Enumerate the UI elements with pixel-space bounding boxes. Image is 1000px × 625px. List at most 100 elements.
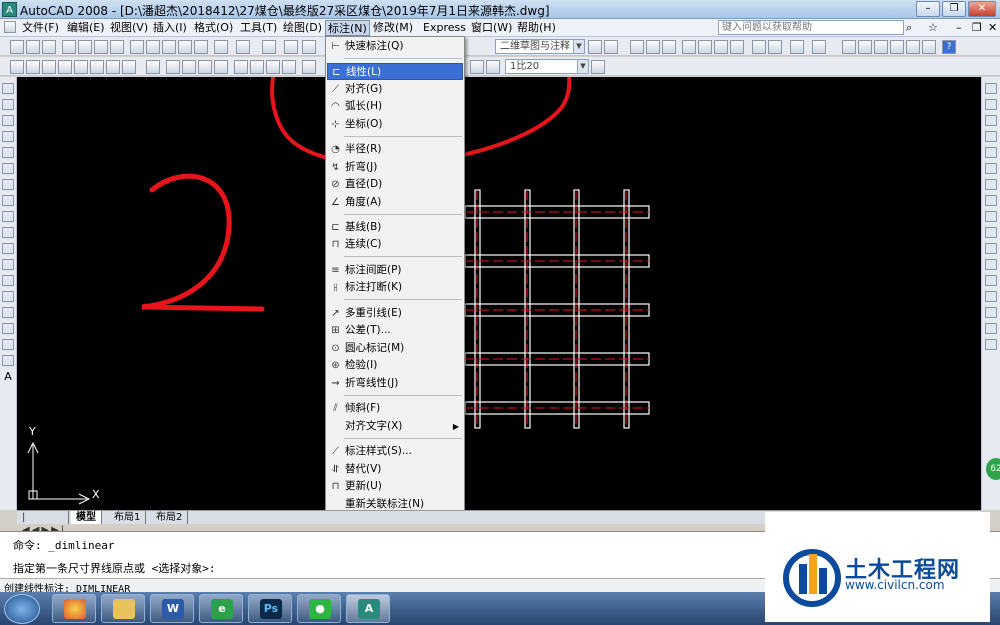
taskbar-photoshop[interactable]: Ps bbox=[248, 594, 292, 623]
text-scale-icon[interactable] bbox=[74, 60, 88, 74]
insert-block-icon[interactable] bbox=[2, 259, 14, 270]
xline-tool-icon[interactable] bbox=[2, 99, 14, 110]
break-tool-icon[interactable] bbox=[985, 275, 997, 286]
mirror-tool-icon[interactable] bbox=[985, 115, 997, 126]
plot-icon-2[interactable] bbox=[730, 40, 744, 54]
polygon-tool-icon[interactable] bbox=[2, 131, 14, 142]
menu-window[interactable]: 窗口(W) bbox=[471, 20, 512, 36]
gradient-tool-icon[interactable] bbox=[2, 323, 14, 334]
menu-item-align-text[interactable]: 对齐文字(X) ▶ bbox=[327, 418, 463, 435]
table-tool-icon[interactable] bbox=[2, 355, 14, 366]
region-tool-icon[interactable] bbox=[2, 339, 14, 350]
cut-icon[interactable] bbox=[130, 40, 144, 54]
paste-icon[interactable] bbox=[162, 40, 176, 54]
print-icon-2[interactable] bbox=[682, 40, 696, 54]
find-icon[interactable] bbox=[58, 60, 72, 74]
redo-icon-2[interactable] bbox=[812, 40, 826, 54]
undo-icon-2[interactable] bbox=[790, 40, 804, 54]
menu-item-diameter[interactable]: ⊘ 直径(D) bbox=[327, 176, 463, 193]
open-file-icon-2[interactable] bbox=[646, 40, 660, 54]
drawing-canvas[interactable]: Y X bbox=[17, 77, 981, 510]
dim-ordinate-tb-icon[interactable] bbox=[198, 60, 212, 74]
menu-item-dim-space[interactable]: ≡ 标注间距(P) bbox=[327, 262, 463, 279]
tab-model[interactable]: 模型 bbox=[71, 511, 102, 524]
menu-item-quick-dim[interactable]: ⊢ 快速标注(Q) bbox=[327, 38, 463, 55]
design-center-icon[interactable] bbox=[858, 40, 872, 54]
scale-tool-icon[interactable] bbox=[985, 195, 997, 206]
chamfer-tool-icon[interactable] bbox=[985, 307, 997, 318]
tab-layout1[interactable]: 布局1 bbox=[109, 511, 147, 524]
print-preview-icon[interactable] bbox=[78, 40, 92, 54]
menu-item-linear[interactable]: ⊏ 线性(L) bbox=[327, 63, 463, 80]
help-icon[interactable]: ? bbox=[942, 40, 956, 54]
fillet-tool-icon[interactable] bbox=[985, 323, 997, 334]
menu-item-aligned[interactable]: ⟋ 对齐(G) bbox=[327, 81, 463, 98]
extend-tool-icon[interactable] bbox=[985, 243, 997, 254]
mtext-tool-icon[interactable]: A bbox=[2, 371, 14, 382]
dim-jog-tb-icon[interactable] bbox=[234, 60, 248, 74]
menu-item-jogged[interactable]: ↯ 折弯(J) bbox=[327, 159, 463, 176]
calculator-icon[interactable] bbox=[922, 40, 936, 54]
arc-tool-icon[interactable] bbox=[2, 163, 14, 174]
workspace-select[interactable]: 二维草图与注释 ▼ bbox=[495, 39, 585, 54]
line-tool-icon[interactable] bbox=[2, 83, 14, 94]
close-button[interactable]: ✕ bbox=[968, 1, 996, 17]
help-search-input[interactable]: 键入问题以获取帮助 bbox=[718, 20, 904, 35]
block-editor-icon[interactable] bbox=[194, 40, 208, 54]
polyline-tool-icon[interactable] bbox=[2, 115, 14, 126]
text-frame-icon[interactable] bbox=[106, 60, 120, 74]
menu-item-update[interactable]: ⊓ 更新(U) bbox=[327, 478, 463, 495]
menu-item-jog-linear[interactable]: ⇝ 折弯线性(J) bbox=[327, 375, 463, 392]
floating-widget-badge[interactable]: 62 bbox=[986, 458, 1000, 480]
menu-item-angle[interactable]: ∠ 角度(A) bbox=[327, 194, 463, 211]
match-properties-icon[interactable] bbox=[178, 40, 192, 54]
zoom-window-icon[interactable] bbox=[302, 40, 316, 54]
circle-tool-icon[interactable] bbox=[2, 179, 14, 190]
tool-palette-icon[interactable] bbox=[874, 40, 888, 54]
trim-tool-icon[interactable] bbox=[985, 227, 997, 238]
menu-format[interactable]: 格式(O) bbox=[194, 20, 233, 36]
tab-layout2[interactable]: 布局2 bbox=[151, 511, 189, 524]
rotate-tool-icon[interactable] bbox=[985, 179, 997, 190]
join-tool-icon[interactable] bbox=[985, 291, 997, 302]
annotation-scale-icon[interactable] bbox=[591, 60, 605, 74]
doc-close-button[interactable]: ✕ bbox=[988, 20, 997, 36]
restore-button[interactable]: ❐ bbox=[942, 1, 966, 17]
offset-tool-icon[interactable] bbox=[985, 131, 997, 142]
star-icon[interactable]: ☆ bbox=[928, 20, 938, 36]
menu-insert[interactable]: 插入(I) bbox=[153, 20, 187, 36]
dim-update-icon[interactable] bbox=[486, 60, 500, 74]
copy-icon[interactable] bbox=[146, 40, 160, 54]
save-icon-2[interactable] bbox=[662, 40, 676, 54]
workspace-icon[interactable] bbox=[604, 40, 618, 54]
taskbar-autocad[interactable]: A bbox=[346, 594, 390, 623]
menu-item-radius[interactable]: ◔ 半径(R) bbox=[327, 141, 463, 158]
minimize-button[interactable]: – bbox=[916, 1, 940, 17]
taskbar-app-360[interactable] bbox=[52, 594, 96, 623]
workspace-settings-icon[interactable] bbox=[588, 40, 602, 54]
menu-help[interactable]: 帮助(H) bbox=[517, 20, 556, 36]
markup-icon[interactable] bbox=[906, 40, 920, 54]
print-icon[interactable] bbox=[62, 40, 76, 54]
pan-icon[interactable] bbox=[262, 40, 276, 54]
menu-item-arc-length[interactable]: ◠ 弧长(H) bbox=[327, 98, 463, 115]
menu-modify[interactable]: 修改(M) bbox=[373, 20, 413, 36]
windows-start-button[interactable] bbox=[4, 594, 40, 624]
dim-angle-tb-icon[interactable] bbox=[266, 60, 280, 74]
text-style-icon[interactable] bbox=[10, 60, 24, 74]
doc-restore-button[interactable]: ❐ bbox=[972, 20, 982, 36]
block-icon-2[interactable] bbox=[768, 40, 782, 54]
quick-dim-tb-icon[interactable] bbox=[282, 60, 296, 74]
point-tool-icon[interactable] bbox=[2, 291, 14, 302]
taskbar-word[interactable]: W bbox=[150, 594, 194, 623]
menu-item-oblique[interactable]: ⫽ 倾斜(F) bbox=[327, 400, 463, 417]
new-file-icon[interactable] bbox=[10, 40, 24, 54]
menu-item-mleader[interactable]: ↗ 多重引线(E) bbox=[327, 305, 463, 322]
save-icon[interactable] bbox=[42, 40, 56, 54]
menu-item-dim-style[interactable]: ⟋ 标注样式(S)... bbox=[327, 443, 463, 460]
publish-icon-2[interactable] bbox=[714, 40, 728, 54]
stretch-tool-icon[interactable] bbox=[985, 211, 997, 222]
dim-edit-icon[interactable] bbox=[470, 60, 484, 74]
break-point-tool-icon[interactable] bbox=[985, 259, 997, 270]
new-file-icon-2[interactable] bbox=[630, 40, 644, 54]
